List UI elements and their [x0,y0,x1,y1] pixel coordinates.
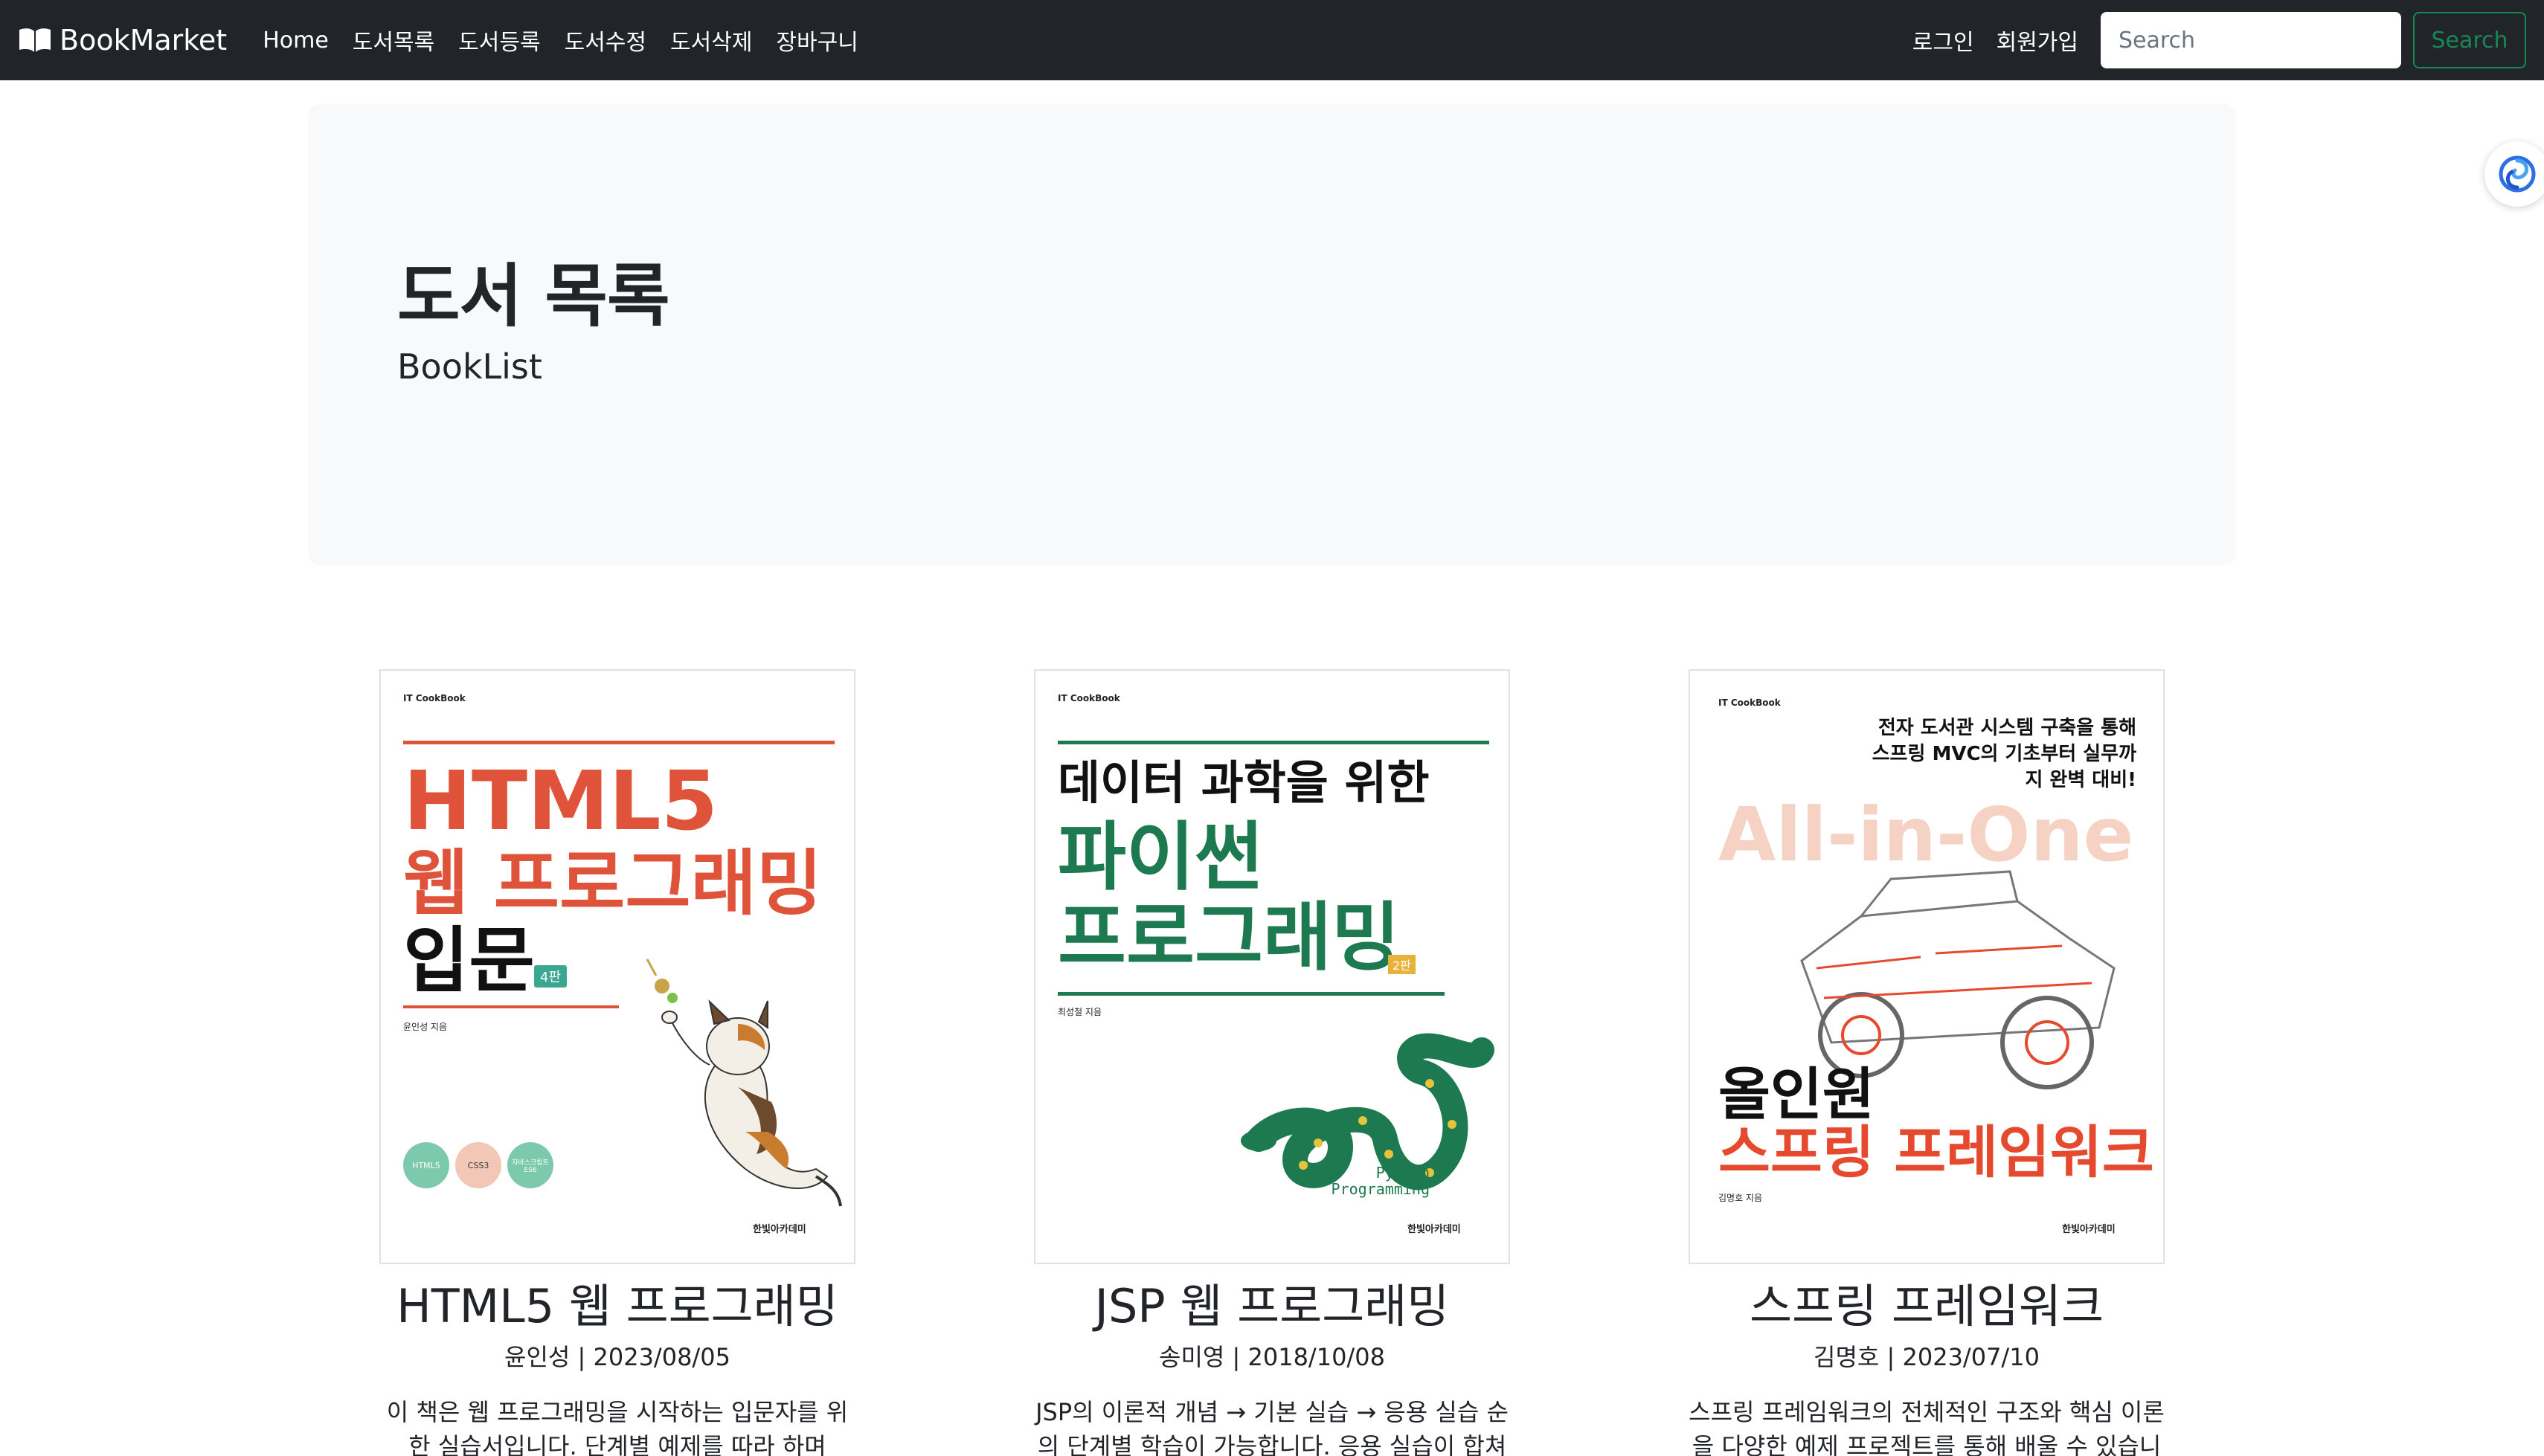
cover-title-line1: HTML5 [403,753,719,848]
book-icon [19,28,51,52]
search-input[interactable] [2101,12,2401,68]
cover-title-line1: 올인원 [1718,1061,1875,1127]
cover-title-line3: 입문 [403,919,535,1002]
cover-series: IT CookBook [403,693,466,703]
cover-title-line1: 데이터 과학을 위한 [1058,756,1430,810]
cover-title-line2: 파이썬 [1058,814,1263,901]
cover-title-line2: 웹 프로그래밍 [403,842,823,925]
nav-book-list[interactable]: 도서목록 [353,24,434,57]
book-description: JSP의 이론적 개념 → 기본 실습 → 응용 실습 순의 단계별 학습이 가… [1035,1398,1509,1456]
book-cover-image[interactable]: IT CookBook 전자 도서관 시스템 구축을 통해 스프링 MVC의 기… [1689,669,2165,1264]
cover-title-line2: 스프링 프레임워크 [1718,1119,2154,1185]
book-cover-image[interactable]: IT CookBook HTML5 웹 프로그래밍 입문 4판 윤인성 지음 H… [379,669,855,1264]
book-title[interactable]: HTML5 웹 프로그래밍 [335,1269,900,1336]
book-meta: 김명호 | 2023/07/10 [1814,1343,2040,1371]
nav-right: 로그인 회원가입 Search [1912,12,2526,68]
nav-links: Home 도서목록 도서등록 도서수정 도서삭제 장바구니 [263,24,882,57]
cover-author: 최성철 지음 [1058,1007,1102,1017]
nav-login[interactable]: 로그인 [1912,24,1974,57]
book-title[interactable]: 스프링 프레임워크 [1644,1269,2209,1336]
page-header-jumbotron: 도서 목록 BookList [308,104,2236,565]
nav-home[interactable]: Home [263,28,329,54]
nav-book-delete[interactable]: 도서삭제 [670,24,752,57]
swirl-icon [2499,155,2536,193]
cover-badge-es6: 자바스크립트 ES6 [507,1142,553,1188]
cover-publisher: 한빛아카데미 [753,1224,806,1235]
book-meta: 송미영 | 2018/10/08 [1159,1343,1385,1371]
floating-assistant-button[interactable] [2484,141,2544,207]
cover-author: 윤인성 지음 [403,1022,448,1032]
top-navbar: BookMarket Home 도서목록 도서등록 도서수정 도서삭제 장바구니… [0,0,2544,80]
cover-rule [403,741,835,744]
cover-rule-2 [1058,992,1445,996]
cover-edition-badge: 2판 [1388,955,1416,974]
cover-rule [1058,741,1489,744]
cat-illustration [646,959,842,1207]
cover-rule-2 [403,1005,619,1008]
page-subtitle: BookList [397,347,542,387]
brand-label: BookMarket [60,24,228,57]
cover-badge-html5: HTML5 [403,1142,449,1188]
cover-badge-css3: CSS3 [455,1142,501,1188]
book-description: 이 책은 웹 프로그래밍을 시작하는 입문자를 위한 실습서입니다. 단계별 예… [386,1398,849,1456]
cover-series: IT CookBook [1718,698,1781,708]
cover-caption: Python Programming [1331,1164,1430,1198]
book-cover-image[interactable]: IT CookBook 데이터 과학을 위한 파이썬 프로그래밍 2판 최성철 … [1034,669,1510,1264]
cover-publisher: 한빛아카데미 [2062,1224,2116,1235]
cover-series: IT CookBook [1058,693,1120,703]
cover-tagline: 전자 도서관 시스템 구축을 통해 스프링 MVC의 기초부터 실무까지 완벽 … [1872,717,2136,792]
book-description: 스프링 프레임워크의 전체적인 구조와 핵심 이론을 다양한 예제 프로젝트를 … [1689,1398,2165,1456]
cover-author: 김명호 지음 [1718,1193,1763,1203]
search-button[interactable]: Search [2413,12,2526,68]
cover-publisher: 한빛아카데미 [1407,1224,1461,1235]
book-title[interactable]: JSP 웹 프로그래밍 [989,1269,1555,1336]
nav-book-edit[interactable]: 도서수정 [565,24,646,57]
nav-signup[interactable]: 회원가입 [1997,24,2078,57]
page-title: 도서 목록 [397,257,670,336]
nav-cart[interactable]: 장바구니 [776,24,858,57]
cover-title-line3: 프로그래밍 [1058,894,1400,981]
brand-link[interactable]: BookMarket [18,24,227,57]
book-meta: 윤인성 | 2023/08/05 [504,1343,730,1371]
cover-edition-badge: 4판 [534,965,568,988]
nav-book-add[interactable]: 도서등록 [458,24,540,57]
